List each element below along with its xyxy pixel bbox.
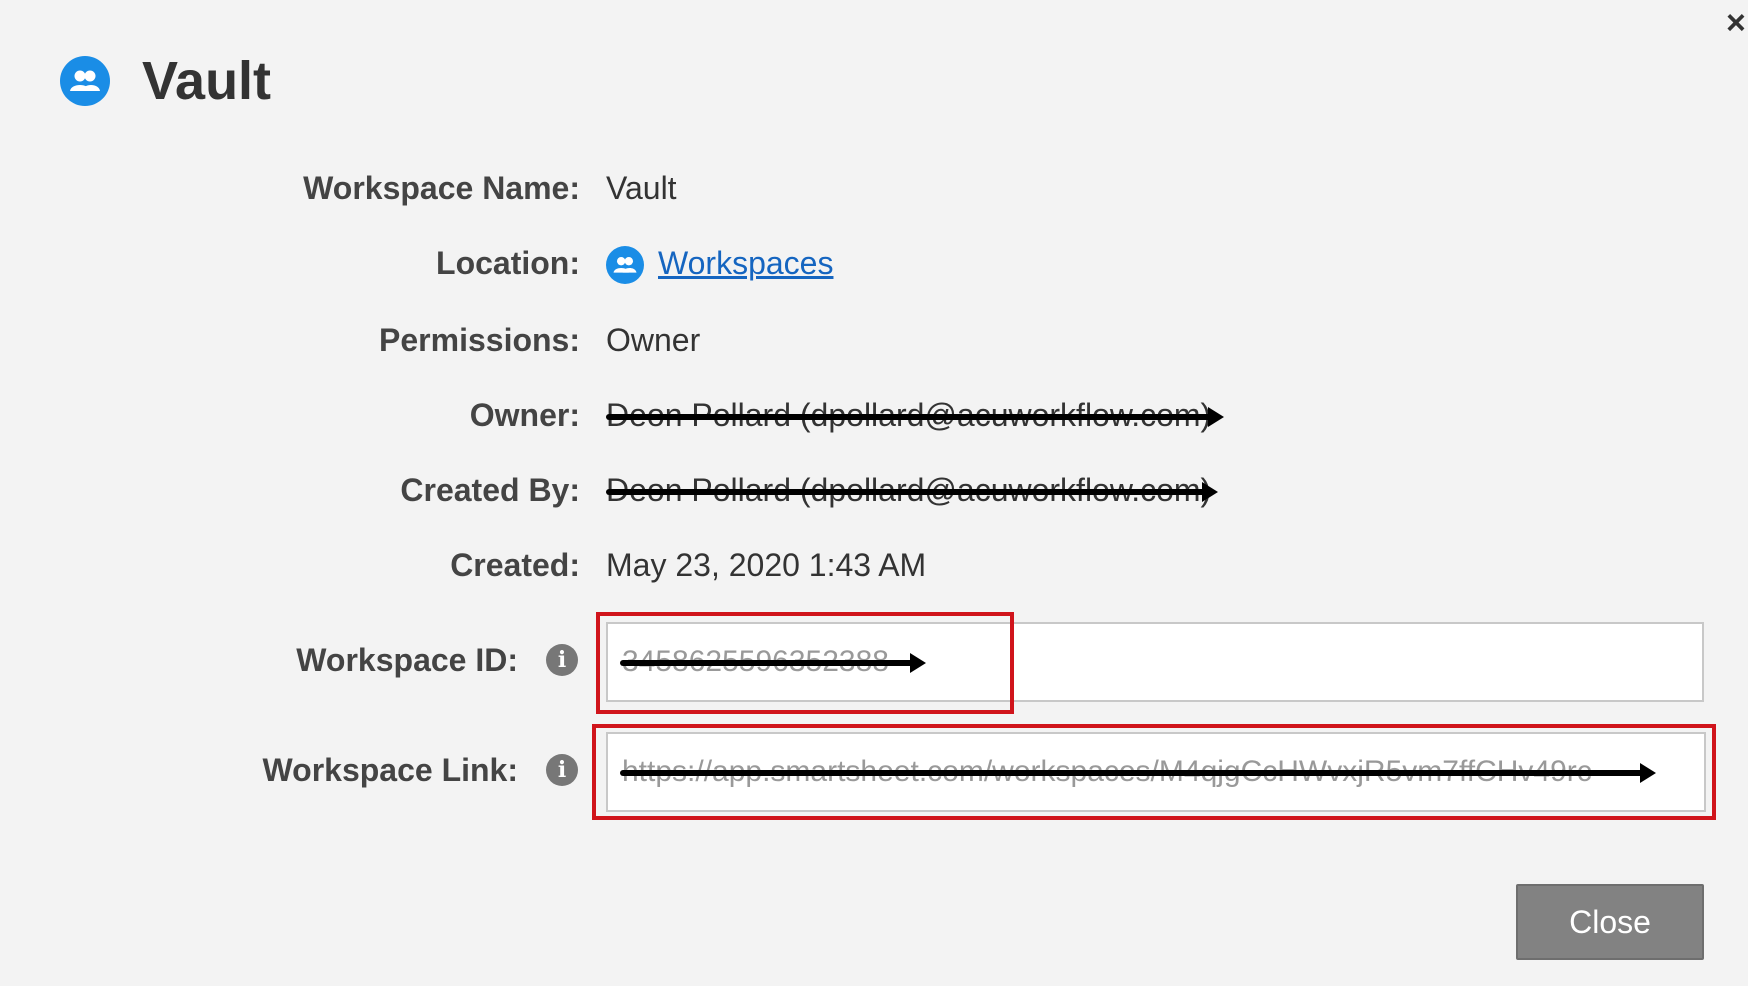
close-button[interactable]: Close <box>1516 884 1704 960</box>
workspace-icon <box>60 56 110 106</box>
workspace-name-value: Vault <box>606 170 677 206</box>
workspace-icon <box>606 246 644 284</box>
workspace-name-label: Workspace Name: <box>303 170 580 206</box>
created-by-label: Created By: <box>400 472 580 508</box>
created-value: May 23, 2020 1:43 AM <box>606 547 927 583</box>
workspace-properties-dialog: × Vault Workspace Name: Vault Location: … <box>0 0 1748 986</box>
workspace-id-label: Workspace ID: <box>296 642 518 678</box>
owner-label: Owner: <box>469 397 580 433</box>
close-icon[interactable]: × <box>1726 6 1746 40</box>
info-icon[interactable]: i <box>546 644 578 676</box>
location-link[interactable]: Workspaces <box>658 245 833 282</box>
workspace-link-label: Workspace Link: <box>262 752 518 788</box>
info-icon[interactable]: i <box>546 754 578 786</box>
created-label: Created: <box>450 547 580 583</box>
redaction-strike <box>606 482 1218 502</box>
permissions-label: Permissions: <box>379 322 580 358</box>
location-label: Location: <box>436 245 580 281</box>
dialog-title: Vault <box>142 51 272 111</box>
redaction-strike <box>606 407 1224 427</box>
permissions-value: Owner <box>606 322 701 358</box>
highlight-box <box>592 724 1716 820</box>
highlight-box <box>596 612 1014 714</box>
